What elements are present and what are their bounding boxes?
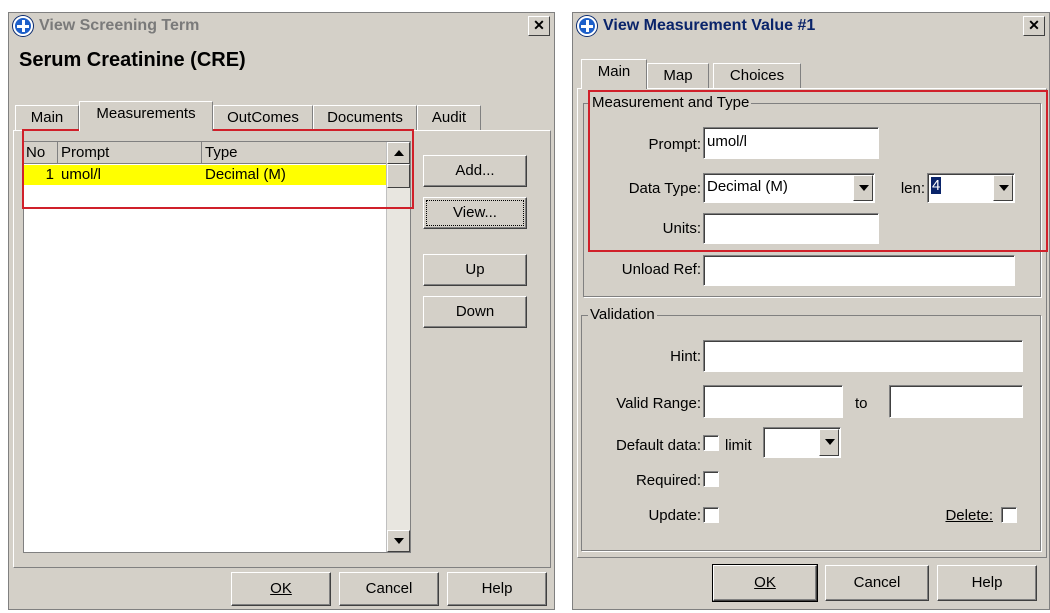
- tab-measurements[interactable]: Measurements: [79, 101, 213, 131]
- prompt-label: Prompt:: [648, 136, 701, 153]
- len-value: 4: [931, 177, 942, 194]
- arrow-up-icon: [394, 150, 404, 156]
- row-type: Decimal (M): [205, 166, 286, 183]
- unload-ref-label: Unload Ref:: [621, 261, 701, 278]
- chevron-down-icon[interactable]: [819, 429, 839, 456]
- units-input[interactable]: [703, 213, 879, 244]
- unload-ref-input[interactable]: [703, 255, 1015, 286]
- limit-label: limit: [725, 437, 752, 454]
- datatype-select[interactable]: Decimal (M): [703, 173, 875, 203]
- update-checkbox[interactable]: [703, 507, 719, 523]
- ok-label: OK: [754, 574, 776, 591]
- ok-button[interactable]: OK: [231, 572, 331, 606]
- grid-header: No Prompt Type: [24, 142, 386, 164]
- down-button-label: Down: [455, 303, 495, 320]
- group-title: Validation: [588, 306, 657, 323]
- datatype-label: Data Type:: [628, 180, 701, 197]
- app-icon: [13, 16, 33, 36]
- tab-outcomes[interactable]: OutComes: [213, 105, 313, 131]
- up-button-label: Up: [465, 261, 485, 278]
- range-to-label: to: [855, 395, 868, 412]
- ok-label: OK: [270, 580, 292, 597]
- datatype-value: Decimal (M): [707, 178, 788, 195]
- scroll-up-button[interactable]: [387, 142, 410, 164]
- arrow-down-icon: [394, 538, 404, 544]
- chevron-down-icon[interactable]: [993, 175, 1013, 201]
- help-label: Help: [971, 574, 1003, 591]
- limit-select[interactable]: [763, 427, 841, 458]
- chevron-down-icon[interactable]: [853, 175, 873, 201]
- title-bar[interactable]: View Screening Term ✕: [9, 13, 554, 39]
- col-header-type[interactable]: Type: [202, 142, 386, 163]
- view-button-label: View...: [453, 204, 497, 221]
- close-button[interactable]: ✕: [528, 16, 550, 36]
- help-button[interactable]: Help: [937, 565, 1037, 601]
- prompt-input[interactable]: umol/l: [703, 127, 879, 159]
- scroll-down-button[interactable]: [387, 530, 410, 552]
- window-title: View Screening Term: [39, 17, 200, 34]
- tab-documents[interactable]: Documents: [313, 105, 417, 131]
- row-prompt: umol/l: [61, 166, 102, 183]
- tab-map[interactable]: Map: [647, 63, 709, 89]
- cancel-label: Cancel: [853, 574, 901, 591]
- measurements-grid[interactable]: No Prompt Type 1 umol/l Decimal (M): [23, 141, 411, 553]
- scroll-thumb[interactable]: [387, 164, 410, 188]
- cancel-label: Cancel: [365, 580, 413, 597]
- view-button[interactable]: View...: [423, 197, 527, 229]
- row-no: 1: [45, 166, 54, 183]
- help-label: Help: [481, 580, 513, 597]
- delete-checkbox[interactable]: [1001, 507, 1017, 523]
- group-title: Measurement and Type: [590, 94, 752, 111]
- tab-main[interactable]: Main: [581, 59, 647, 89]
- cancel-button[interactable]: Cancel: [825, 565, 929, 601]
- units-label: Units:: [662, 220, 701, 237]
- len-label: len:: [900, 180, 925, 197]
- required-label: Required:: [635, 472, 701, 489]
- hint-label: Hint:: [670, 348, 701, 365]
- col-header-no[interactable]: No: [24, 142, 58, 163]
- tab-choices[interactable]: Choices: [713, 63, 801, 89]
- help-button[interactable]: Help: [447, 572, 547, 606]
- up-button[interactable]: Up: [423, 254, 527, 286]
- down-button[interactable]: Down: [423, 296, 527, 328]
- tab-audit[interactable]: Audit: [417, 105, 481, 131]
- len-select[interactable]: 4: [927, 173, 1015, 203]
- table-row[interactable]: 1 umol/l Decimal (M): [24, 165, 386, 185]
- ok-button[interactable]: OK: [712, 564, 818, 602]
- window-title: View Measurement Value #1: [603, 17, 816, 34]
- hint-input[interactable]: [703, 340, 1023, 372]
- app-icon: [577, 16, 597, 36]
- tab-main[interactable]: Main: [15, 105, 79, 131]
- vertical-scrollbar[interactable]: [386, 142, 410, 552]
- cancel-button[interactable]: Cancel: [339, 572, 439, 606]
- range-to-input[interactable]: [889, 385, 1023, 418]
- screening-term-window: View Screening Term ✕ Serum Creatinine (…: [8, 12, 555, 610]
- close-button[interactable]: ✕: [1023, 16, 1045, 36]
- delete-label: Delete:: [945, 507, 993, 524]
- title-bar[interactable]: View Measurement Value #1 ✕: [573, 13, 1049, 39]
- range-from-input[interactable]: [703, 385, 843, 418]
- required-checkbox[interactable]: [703, 471, 719, 487]
- col-header-prompt[interactable]: Prompt: [58, 142, 202, 163]
- measurement-value-window: View Measurement Value #1 ✕ Main Map Cho…: [572, 12, 1050, 610]
- default-data-label: Default data:: [615, 437, 701, 454]
- default-data-checkbox[interactable]: [703, 435, 719, 451]
- term-heading: Serum Creatinine (CRE): [19, 49, 246, 71]
- add-button-label: Add...: [455, 162, 495, 179]
- update-label: Update:: [648, 507, 701, 524]
- valid-range-label: Valid Range:: [616, 395, 701, 412]
- add-button[interactable]: Add...: [423, 155, 527, 187]
